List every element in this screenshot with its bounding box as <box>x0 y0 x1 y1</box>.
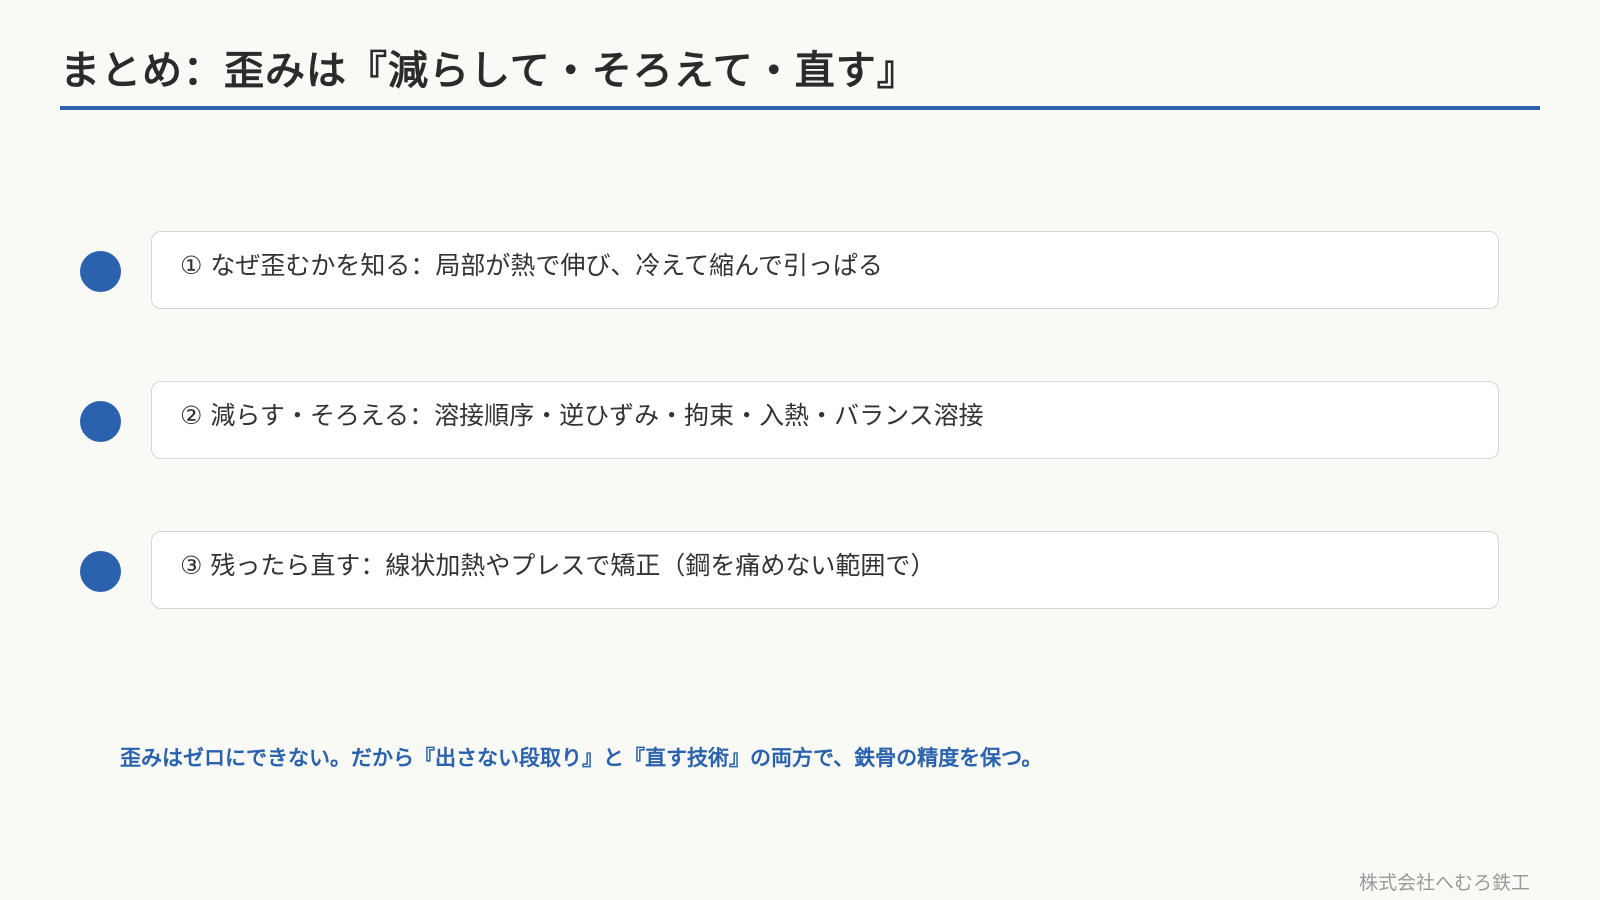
summary-point-text: ② 減らす・そろえる：溶接順序・逆ひずみ・拘束・入熱・バランス溶接 <box>180 401 984 430</box>
bullet-circle-icon <box>80 251 121 292</box>
summary-point-text: ① なぜ歪むかを知る：局部が熱で伸び、冷えて縮んで引っぱる <box>180 251 883 280</box>
summary-point-3: ③ 残ったら直す：線状加熱やプレスで矯正（鋼を痛めない範囲で） <box>0 531 1600 611</box>
summary-point-card: ② 減らす・そろえる：溶接順序・逆ひずみ・拘束・入熱・バランス溶接 <box>151 381 1499 459</box>
summary-point-card: ① なぜ歪むかを知る：局部が熱で伸び、冷えて縮んで引っぱる <box>151 231 1499 309</box>
conclusion-text: 歪みはゼロにできない。だから『出さない段取り』と『直す技術』の両方で、鉄骨の精度… <box>120 746 1043 770</box>
bullet-circle-icon <box>80 551 121 592</box>
slide-title: まとめ：歪みは『減らして・そろえて・直す』 <box>60 48 918 94</box>
summary-point-2: ② 減らす・そろえる：溶接順序・逆ひずみ・拘束・入熱・バランス溶接 <box>0 381 1600 461</box>
summary-point-text: ③ 残ったら直す：線状加熱やプレスで矯正（鋼を痛めない範囲で） <box>180 551 936 580</box>
bullet-circle-icon <box>80 401 121 442</box>
company-footer: 株式会社へむろ鉄工 <box>1358 872 1530 894</box>
title-divider <box>60 106 1540 110</box>
slide: まとめ：歪みは『減らして・そろえて・直す』 ① なぜ歪むかを知る：局部が熱で伸び… <box>0 0 1600 900</box>
summary-point-card: ③ 残ったら直す：線状加熱やプレスで矯正（鋼を痛めない範囲で） <box>151 531 1499 609</box>
summary-point-1: ① なぜ歪むかを知る：局部が熱で伸び、冷えて縮んで引っぱる <box>0 231 1600 311</box>
